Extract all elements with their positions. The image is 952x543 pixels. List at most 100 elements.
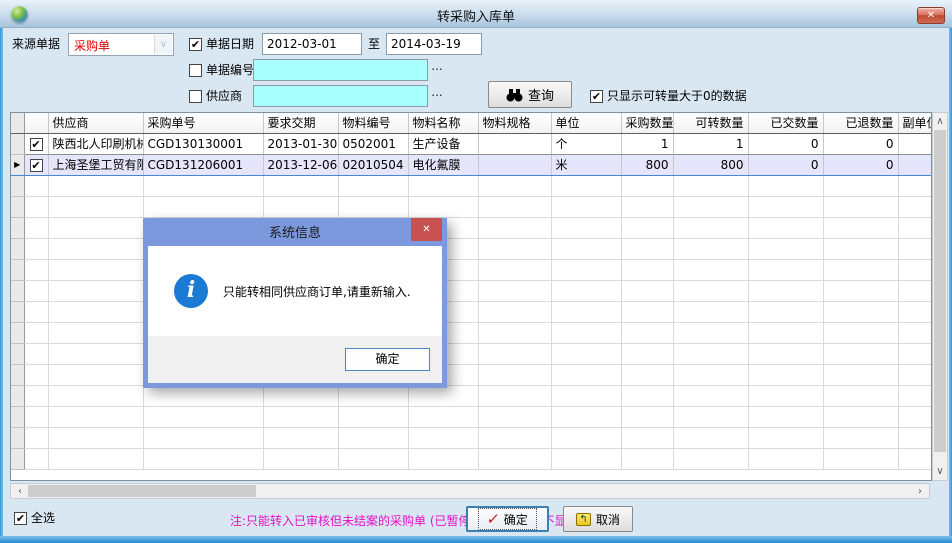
cell-due-date[interactable]: 2013-12-06 [263,154,338,175]
empty-cell [621,196,673,217]
supplier-browse-button[interactable]: ... [430,85,444,107]
close-icon: ✕ [422,224,430,235]
row-selector [11,406,24,427]
supplier-filter-label: 供应商 [206,85,242,107]
cell-returned-qty[interactable]: 0 [823,133,898,154]
col-supplier[interactable]: 供应商 [48,113,143,133]
cell-po-number[interactable]: CGD131206001 [143,154,263,175]
empty-cell [551,364,621,385]
only-positive-checkbox[interactable]: ✔ [590,90,603,103]
empty-cell [823,385,898,406]
table-row[interactable]: ✔ 陕西北人印刷机械 CGD130130001 2013-01-30 05020… [11,133,932,154]
cell-returned-qty[interactable]: 0 [823,154,898,175]
row-checkbox[interactable]: ✔ [30,159,43,172]
cell-supplier[interactable]: 陕西北人印刷机械 [48,133,143,154]
col-po-number[interactable]: 采购单号 [143,113,263,133]
empty-cell [48,301,143,322]
cell-alt-unit[interactable] [898,133,932,154]
row-checkbox-cell[interactable]: ✔ [24,133,48,154]
empty-cell [48,280,143,301]
col-check [24,113,48,133]
cell-item-spec[interactable] [478,154,551,175]
empty-row [11,406,932,427]
horizontal-scrollbar[interactable]: ‹ › [10,483,930,499]
empty-cell [748,385,823,406]
row-selector [11,322,24,343]
empty-cell [621,427,673,448]
date-filter-checkbox[interactable]: ✔ [189,38,202,51]
source-doc-select[interactable]: 采购单 ∨ [68,33,174,56]
vertical-scrollbar[interactable]: ∧ ∨ [932,112,948,481]
date-from-input[interactable]: 2012-03-01 [262,33,362,55]
col-returned-qty[interactable]: 已退数量 [823,113,898,133]
cell-transferable-qty[interactable]: 1 [673,133,748,154]
col-item-spec[interactable]: 物料规格 [478,113,551,133]
empty-cell [673,280,748,301]
cell-item-name[interactable]: 生产设备 [408,133,478,154]
cell-alt-unit[interactable] [898,154,932,175]
close-button[interactable]: ✕ [917,7,945,24]
col-unit[interactable]: 单位 [551,113,621,133]
col-alt-unit[interactable]: 副单位 [898,113,932,133]
cell-purchase-qty[interactable]: 800 [621,154,673,175]
docno-filter-checkbox[interactable] [189,64,202,77]
cell-unit[interactable]: 米 [551,154,621,175]
empty-cell [673,343,748,364]
col-item-no[interactable]: 物料编号 [338,113,408,133]
cell-supplier[interactable]: 上海圣堡工贸有限 [48,154,143,175]
supplier-input[interactable] [253,85,428,107]
cell-item-name[interactable]: 电化氟膜 [408,154,478,175]
col-delivered-qty[interactable]: 已交数量 [748,113,823,133]
table-row-selected[interactable]: ▶ ✔ 上海圣堡工贸有限 CGD131206001 2013-12-06 020… [11,154,932,175]
col-purchase-qty[interactable]: 采购数量 [621,113,673,133]
query-button[interactable]: 查询 [488,81,572,108]
modal-close-button[interactable]: ✕ [411,218,442,241]
cell-due-date[interactable]: 2013-01-30 [263,133,338,154]
empty-cell [24,364,48,385]
row-selector[interactable] [11,133,24,154]
row-checkbox-cell[interactable]: ✔ [24,154,48,175]
cell-purchase-qty[interactable]: 1 [621,133,673,154]
empty-cell [48,322,143,343]
cancel-button[interactable]: ↰ 取消 [563,506,633,532]
col-item-name[interactable]: 物料名称 [408,113,478,133]
docno-browse-button[interactable]: ... [430,59,444,81]
col-transferable-qty[interactable]: 可转数量 [673,113,748,133]
cell-unit[interactable]: 个 [551,133,621,154]
col-due-date[interactable]: 要求交期 [263,113,338,133]
modal-ok-button[interactable]: 确定 [345,348,430,371]
select-all-checkbox[interactable]: ✔ [14,512,27,525]
empty-cell [48,406,143,427]
empty-cell [898,427,932,448]
scroll-up-icon[interactable]: ∧ [933,116,947,127]
cell-delivered-qty[interactable]: 0 [748,154,823,175]
cell-item-no[interactable]: 02010504 [338,154,408,175]
empty-cell [898,364,932,385]
confirm-button[interactable]: ✓ 确定 [466,506,549,532]
chevron-down-icon[interactable]: ∨ [154,35,172,54]
row-checkbox[interactable]: ✔ [30,138,43,151]
scroll-left-icon[interactable]: ‹ [14,485,26,498]
empty-cell [263,385,338,406]
docno-input[interactable] [253,59,428,81]
empty-cell [338,175,408,196]
cell-item-no[interactable]: 0502001 [338,133,408,154]
scroll-right-icon[interactable]: › [914,485,926,498]
row-selector [11,238,24,259]
empty-cell [748,427,823,448]
supplier-filter-checkbox[interactable] [189,90,202,103]
cell-po-number[interactable]: CGD130130001 [143,133,263,154]
empty-cell [748,322,823,343]
cell-delivered-qty[interactable]: 0 [748,133,823,154]
vertical-scrollbar-thumb[interactable] [934,130,946,452]
horizontal-scrollbar-thumb[interactable] [28,485,256,497]
empty-cell [478,364,551,385]
row-selector-current[interactable]: ▶ [11,154,24,175]
date-to-input[interactable]: 2014-03-19 [386,33,482,55]
cell-transferable-qty[interactable]: 800 [673,154,748,175]
scroll-down-icon[interactable]: ∨ [933,466,947,477]
empty-cell [898,448,932,469]
empty-cell [551,427,621,448]
cell-item-spec[interactable] [478,133,551,154]
row-selector [11,217,24,238]
